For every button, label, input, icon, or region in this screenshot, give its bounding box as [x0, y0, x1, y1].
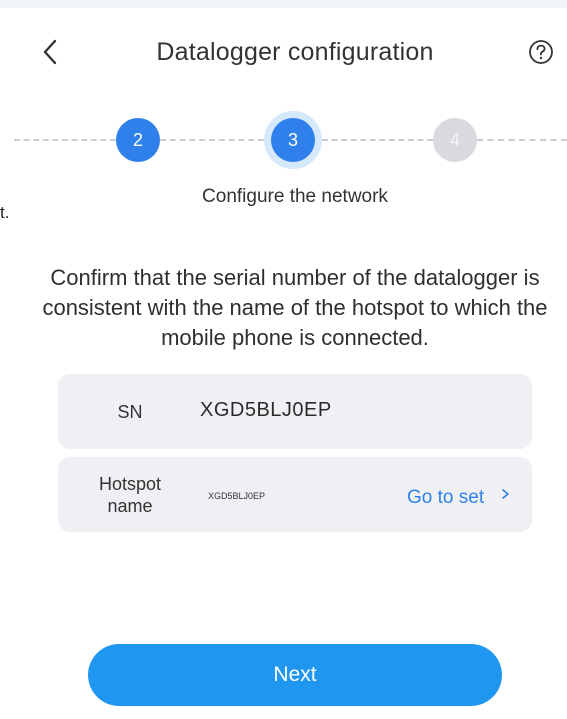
stepper-line-right	[322, 139, 433, 141]
question-circle-icon	[529, 40, 553, 64]
stepper-line-end	[477, 139, 567, 141]
back-button[interactable]	[34, 34, 66, 70]
step-3: 3	[271, 118, 315, 162]
sn-label: SN	[117, 402, 143, 422]
hotspot-label: Hotspot name	[84, 473, 176, 517]
next-button[interactable]: Next	[88, 644, 502, 706]
step-2: 2	[116, 118, 160, 162]
status-bar-strip	[0, 0, 567, 8]
sn-card: SN XGD5BLJ0EP	[58, 374, 532, 449]
stepper-line-left	[14, 139, 116, 141]
instruction-text: Confirm that the serial number of the da…	[42, 265, 548, 350]
stepper-line-middle	[160, 139, 264, 141]
hotspot-label-line1: Hotspot	[98, 474, 162, 494]
go-to-set-link[interactable]: Go to set	[407, 487, 484, 509]
chevron-left-icon	[43, 39, 57, 65]
help-button[interactable]	[527, 38, 555, 66]
edge-text-fragment: t.	[0, 203, 10, 222]
hotspot-label-line2: name	[107, 496, 153, 516]
step-caption: Configure the network	[202, 186, 388, 207]
chevron-right-icon[interactable]	[501, 488, 511, 500]
sn-value: XGD5BLJ0EP	[200, 399, 332, 421]
hotspot-card: Hotspot name XGD5BLJ0EP Go to set	[58, 457, 532, 532]
hotspot-value: XGD5BLJ0EP	[208, 491, 266, 501]
page-title: Datalogger configuration	[156, 38, 434, 66]
step-4: 4	[433, 118, 477, 162]
header: Datalogger configuration	[0, 8, 567, 90]
